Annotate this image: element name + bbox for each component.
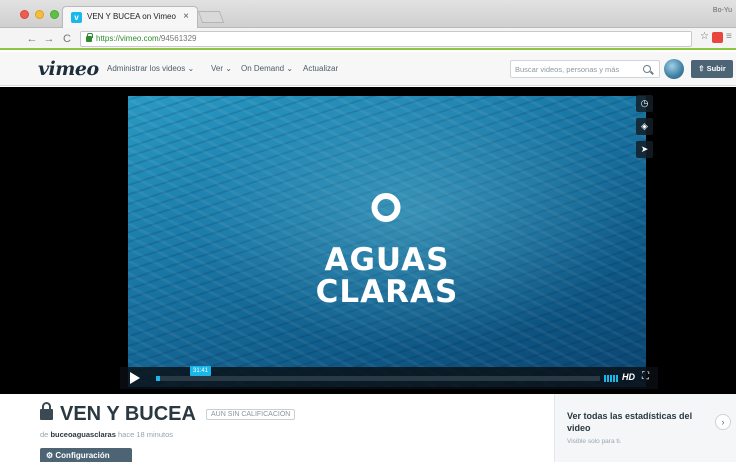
secure-lock-icon xyxy=(86,33,93,42)
upload-button[interactable]: ⇧ Subir xyxy=(691,60,733,78)
avatar[interactable] xyxy=(664,59,684,79)
byline: de buceoaguasclaras hace 18 minutos xyxy=(40,430,173,439)
back-arrow-icon[interactable]: ← xyxy=(25,31,39,47)
author-link[interactable]: buceoaguasclaras xyxy=(50,430,115,439)
address-bar[interactable]: https://vimeo.com/94561329 xyxy=(80,31,692,47)
bookmark-star-icon[interactable]: ☆ xyxy=(700,31,709,42)
video-player: AGUAS CLARAS ◷ ◈ ➤ 31:41 HD ⛶ xyxy=(0,87,736,394)
progress-bar[interactable]: 31:41 xyxy=(156,366,600,381)
profile-name[interactable]: Bo-Yu xyxy=(713,7,732,14)
byline-prefix: de xyxy=(40,430,49,439)
video-overlay-title-line1: AGUAS xyxy=(324,242,450,278)
video-title: VEN Y BUCEA xyxy=(60,403,196,425)
video-info-section: VEN Y BUCEA AÚN SIN CALIFICACIÓN de buce… xyxy=(0,394,736,462)
browser-tab[interactable]: v VEN Y BUCEA on Vimeo × xyxy=(62,6,198,28)
maximize-window-button[interactable] xyxy=(50,10,59,19)
browser-menu-icon[interactable]: ≡ xyxy=(726,31,732,42)
timecode: 31:41 xyxy=(190,366,212,376)
fullscreen-icon[interactable]: ⛶ xyxy=(642,371,649,382)
search-box xyxy=(510,60,660,78)
close-window-button[interactable] xyxy=(20,10,29,19)
progress-fill xyxy=(156,376,161,381)
chevron-right-icon[interactable]: › xyxy=(715,414,731,430)
play-icon[interactable] xyxy=(130,372,140,384)
volume-icon[interactable] xyxy=(604,375,618,382)
forward-arrow-icon[interactable]: → xyxy=(42,31,56,47)
url-path: /94561329 xyxy=(158,34,197,43)
browser-window: v VEN Y BUCEA on Vimeo × Bo-Yu ← → C htt… xyxy=(0,0,736,462)
stats-panel[interactable]: Ver todas las estadísticas del video Vis… xyxy=(554,394,736,462)
aguas-claras-logo-icon xyxy=(371,193,401,222)
hd-button[interactable]: HD xyxy=(622,372,635,382)
stats-title[interactable]: Ver todas las estadísticas del video xyxy=(567,410,712,434)
collections-icon[interactable]: ◈ xyxy=(636,118,653,135)
video-frame[interactable]: AGUAS CLARAS xyxy=(128,96,646,387)
minimize-window-button[interactable] xyxy=(35,10,44,19)
tab-strip: v VEN Y BUCEA on Vimeo × Bo-Yu xyxy=(0,0,736,28)
stats-subtitle: Visible solo para ti. xyxy=(567,438,622,445)
search-icon[interactable] xyxy=(643,65,651,73)
video-overlay-title-line2: CLARAS xyxy=(315,274,459,310)
upload-time: hace 18 minutos xyxy=(117,430,174,439)
vimeo-header: vimeo Administrar los videos ⌄ Ver ⌄ On … xyxy=(0,52,736,86)
search-input[interactable] xyxy=(515,63,637,76)
reload-icon[interactable]: C xyxy=(60,31,74,47)
nav-manage-videos[interactable]: Administrar los videos ⌄ xyxy=(107,64,194,73)
player-controls: 31:41 HD ⛶ xyxy=(120,366,658,389)
url-text[interactable]: https://vimeo.com/94561329 xyxy=(96,34,197,43)
nav-upgrade[interactable]: Actualizar xyxy=(303,64,338,73)
rating-badge: AÚN SIN CALIFICACIÓN xyxy=(206,409,296,420)
vimeo-favicon-icon: v xyxy=(71,12,82,23)
tab-close-icon[interactable]: × xyxy=(183,11,189,22)
nav-on-demand[interactable]: On Demand ⌄ xyxy=(241,64,293,73)
private-lock-icon xyxy=(40,402,53,420)
settings-button[interactable]: ⚙ Configuración xyxy=(40,448,132,462)
browser-toolbar: ← → C https://vimeo.com/94561329 ☆ ≡ xyxy=(0,28,736,50)
watch-later-icon[interactable]: ◷ xyxy=(636,95,653,112)
new-tab-button[interactable] xyxy=(197,11,225,23)
url-host: https://vimeo.com xyxy=(96,34,159,43)
tab-title: VEN Y BUCEA on Vimeo xyxy=(87,12,176,21)
nav-watch[interactable]: Ver ⌄ xyxy=(211,64,232,73)
vimeo-logo[interactable]: vimeo xyxy=(38,58,99,80)
extension-icon[interactable] xyxy=(712,32,723,43)
share-icon[interactable]: ➤ xyxy=(636,141,653,158)
